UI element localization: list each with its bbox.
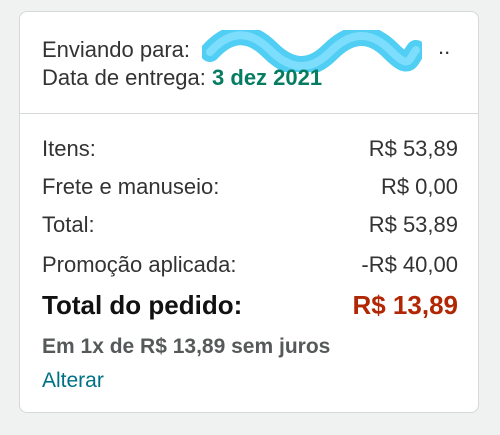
row-value: R$ 53,89 <box>368 136 458 161</box>
row-label: Promoção aplicada: <box>42 252 237 277</box>
address-ellipsis: .. <box>438 34 451 59</box>
row-label: Itens: <box>42 136 96 161</box>
delivery-date: 3 dez 2021 <box>212 65 323 90</box>
summary-row-total: Total: R$ 53,89 <box>42 212 458 238</box>
row-label: Frete e manuseio: <box>42 174 220 199</box>
summary-row-shipping: Frete e manuseio: R$ 0,00 <box>42 174 458 200</box>
summary-row-items: Itens: R$ 53,89 <box>42 136 458 162</box>
order-total-value: R$ 13,89 <box>352 290 458 320</box>
installments-text: Em 1x de R$ 13,89 sem juros <box>42 335 331 358</box>
order-total-row: Total do pedido: R$ 13,89 <box>42 290 458 321</box>
ship-to-line: Enviando para: <box>42 30 423 72</box>
delivery-date-label: Data de entrega: <box>42 65 206 90</box>
row-value: R$ 53,89 <box>368 212 458 237</box>
delivery-date-line: Data de entrega: 3 dez 2021 <box>42 65 322 91</box>
row-value: -R$ 40,00 <box>361 252 458 277</box>
row-label: Total: <box>42 212 95 237</box>
change-link[interactable]: Alterar <box>42 369 104 393</box>
ship-to-label: Enviando para: <box>42 36 190 62</box>
shipping-info: Enviando para: .. Data de entrega: 3 dez… <box>20 12 478 114</box>
order-total-label: Total do pedido: <box>42 290 243 320</box>
order-summary-card: Enviando para: .. Data de entrega: 3 dez… <box>19 11 479 413</box>
row-value: R$ 0,00 <box>380 174 458 199</box>
redacted-address <box>202 30 423 72</box>
summary-row-promotion: Promoção aplicada: -R$ 40,00 <box>42 252 458 278</box>
